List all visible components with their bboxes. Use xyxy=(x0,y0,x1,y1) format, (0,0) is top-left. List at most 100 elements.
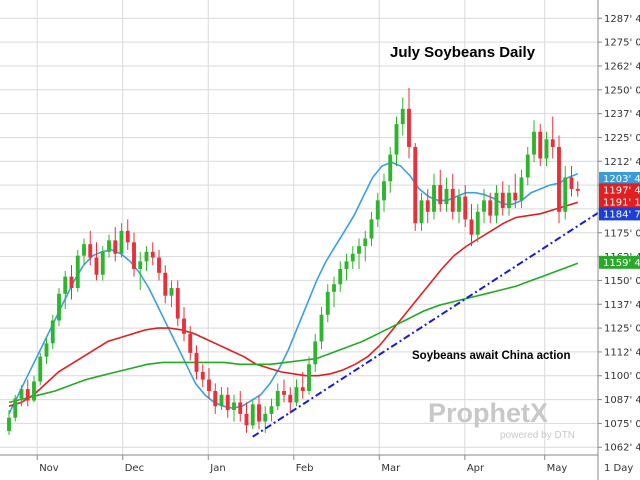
y-tick-label: 1137' 4 xyxy=(604,300,640,311)
chart-annotation: Soybeans await China action xyxy=(412,350,570,362)
candle xyxy=(388,146,393,193)
candle-body xyxy=(519,177,524,201)
candle xyxy=(232,394,236,422)
y-tick-label: 1150' 0 xyxy=(604,276,640,287)
candle xyxy=(325,284,330,323)
y-tick-label: 1275' 0 xyxy=(604,38,640,49)
candle-body xyxy=(157,257,161,273)
candle-body xyxy=(538,131,543,159)
candle xyxy=(525,146,530,186)
candle xyxy=(319,307,324,350)
y-tick-label: 1112' 4 xyxy=(604,347,640,358)
price-tag: 1159' 4 xyxy=(599,255,640,269)
x-tick-label: Apr xyxy=(467,463,485,474)
candle xyxy=(357,238,361,269)
x-tick-label: Feb xyxy=(296,463,314,474)
candle xyxy=(369,211,374,247)
candle xyxy=(557,135,561,224)
price-tag-label: 1203' 4 xyxy=(603,174,640,185)
candle xyxy=(244,402,249,433)
candle-body xyxy=(182,318,186,334)
candle-body xyxy=(313,341,318,365)
candle-body xyxy=(88,244,93,258)
candle-body xyxy=(50,320,55,344)
candle-body xyxy=(469,219,474,235)
watermark: ProphetX powered by DTN xyxy=(428,398,575,441)
candle xyxy=(469,204,474,247)
candle-body xyxy=(63,276,68,294)
candle xyxy=(269,398,274,422)
candle xyxy=(507,185,511,216)
candle xyxy=(313,333,318,372)
candle-body xyxy=(369,219,374,239)
candle-body xyxy=(44,343,49,357)
candle xyxy=(94,242,99,281)
x-tick-label: Mar xyxy=(381,463,401,474)
candle-body xyxy=(7,417,11,432)
candle xyxy=(13,394,18,422)
candle-body xyxy=(13,398,18,418)
x-tick-label: May xyxy=(547,463,568,474)
y-tick-label: 1225' 0 xyxy=(604,133,640,144)
candle-body xyxy=(200,371,205,380)
candle-body xyxy=(500,192,505,208)
candle xyxy=(382,173,386,212)
candle xyxy=(238,390,243,422)
candle xyxy=(419,192,424,231)
candle-body xyxy=(125,230,130,243)
candle-body xyxy=(232,402,236,411)
candle xyxy=(288,387,293,414)
candle xyxy=(213,383,218,414)
candle xyxy=(438,169,443,212)
candle-body xyxy=(75,255,80,289)
candle xyxy=(157,249,161,281)
candle-body xyxy=(225,394,230,411)
candle xyxy=(494,185,499,224)
candle-body xyxy=(350,253,355,262)
y-tick-label: 1237' 4 xyxy=(604,109,640,120)
period-label[interactable]: 1 Day xyxy=(604,463,633,474)
candle-body xyxy=(563,177,568,212)
candle-body xyxy=(57,293,61,321)
candle-body xyxy=(332,284,336,292)
candle-body xyxy=(338,268,343,285)
candle-body xyxy=(138,261,143,269)
candle xyxy=(125,219,130,250)
candle-body xyxy=(188,333,193,353)
candle-body xyxy=(450,188,455,212)
candle-body xyxy=(569,177,574,189)
candle-body xyxy=(513,192,518,201)
y-tick-label: 1175' 0 xyxy=(604,228,640,239)
price-tag: 1197' 4 xyxy=(599,183,640,197)
candle xyxy=(350,246,355,269)
y-tick-label: 1262' 4 xyxy=(604,61,640,72)
candle xyxy=(332,276,336,308)
candle-body xyxy=(575,188,580,191)
candle-body xyxy=(307,364,311,391)
candle-body xyxy=(213,390,218,407)
candle xyxy=(7,410,11,435)
candle xyxy=(538,124,543,167)
grid-lines xyxy=(0,0,598,455)
candle xyxy=(144,246,149,271)
candle-body xyxy=(144,251,149,262)
candle-body xyxy=(257,404,261,422)
candle-body xyxy=(275,390,280,407)
candle xyxy=(563,166,568,220)
candle xyxy=(338,261,343,292)
candle-body xyxy=(344,261,349,269)
price-tag: 1191' 1 xyxy=(599,195,640,209)
candle-body xyxy=(544,139,549,159)
candle xyxy=(82,238,86,266)
candle xyxy=(532,120,536,163)
candle xyxy=(413,143,418,231)
candle-body xyxy=(244,413,249,426)
soybeans-chart: ProphetX powered by DTN July Soybeans Da… xyxy=(0,0,640,480)
candle xyxy=(575,181,580,197)
candle-body xyxy=(525,154,530,178)
price-tag-label: 1159' 4 xyxy=(603,258,640,269)
candle xyxy=(150,242,155,266)
candle xyxy=(519,169,524,208)
candle xyxy=(569,166,574,197)
candle xyxy=(457,188,461,224)
